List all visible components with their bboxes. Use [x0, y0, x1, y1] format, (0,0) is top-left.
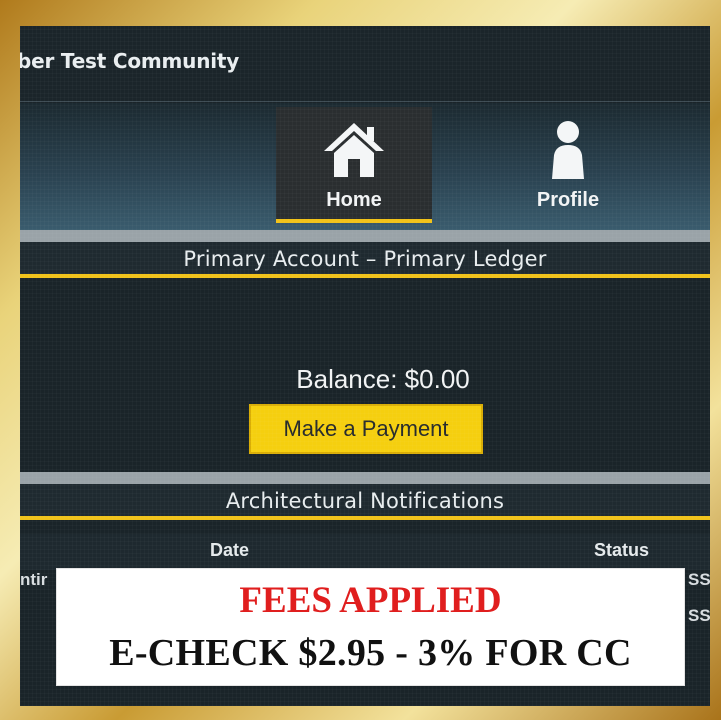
home-icon — [322, 119, 386, 179]
nav-home-tab[interactable]: Home — [276, 107, 432, 223]
site-title: ber Test Community — [20, 49, 240, 73]
nav-profile-label: Profile — [536, 189, 600, 211]
fee-notice-title: FEES APPLIED — [239, 580, 502, 621]
profile-icon — [536, 119, 600, 179]
balance-text: Balance: $0.00 — [296, 364, 470, 394]
table-row-fragment-left: ntir — [20, 570, 48, 589]
nav-profile-tab[interactable]: Profile — [490, 107, 646, 223]
notifications-section-title: Architectural Notifications — [225, 489, 505, 513]
top-bar: ber Test Community — [20, 26, 710, 102]
fee-notice-banner: FEES APPLIED E-CHECK $2.95 - 3% FOR CC — [56, 568, 685, 686]
notifications-table-header: Date Status — [20, 534, 710, 570]
nav-bar: Home Profile — [20, 103, 710, 231]
fee-notice-detail: E-CHECK $2.95 - 3% FOR CC — [109, 632, 632, 674]
account-section-title: Primary Account – Primary Ledger — [183, 247, 547, 271]
table-row-fragment-status-2: SS — [688, 606, 710, 625]
table-row-fragment-status-1: SS — [688, 570, 710, 589]
account-panel: Balance: $0.00 Make a Payment — [20, 294, 710, 474]
make-payment-button[interactable]: Make a Payment — [249, 404, 483, 454]
account-section-header: Primary Account – Primary Ledger — [20, 230, 710, 278]
gold-frame: ber Test Community Home Profile Primary … — [0, 0, 721, 720]
nav-home-label: Home — [326, 189, 382, 211]
notifications-section-header: Architectural Notifications — [20, 472, 710, 520]
column-header-status[interactable]: Status — [594, 540, 649, 561]
column-header-date[interactable]: Date — [210, 540, 249, 561]
